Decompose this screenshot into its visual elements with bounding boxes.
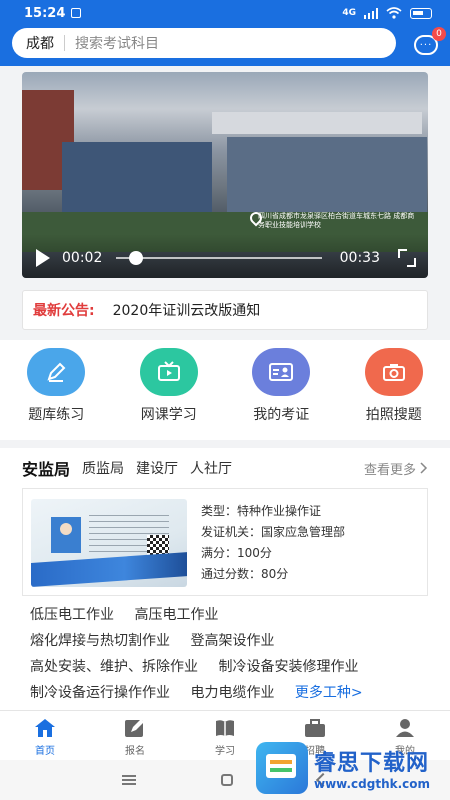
job-type-item[interactable]: 制冷设备安装修理作业 xyxy=(218,659,358,675)
nav-label: 学习 xyxy=(215,746,235,757)
video-player[interactable]: 四川省成都市龙泉驿区柏合街道车城东七路 成都商务职业技能培训学校 00:02 0… xyxy=(22,72,428,278)
tab-hr-dept[interactable]: 人社厅 xyxy=(190,458,232,478)
job-type-list: 低压电工作业 高压电工作业 熔化焊接与热切割作业 登高架设作业 高处安装、维护、… xyxy=(0,596,450,706)
city-selector[interactable]: 成都 xyxy=(26,33,54,53)
video-controls: 00:02 00:33 xyxy=(22,246,428,270)
play-icon[interactable] xyxy=(36,249,50,267)
camera-icon xyxy=(364,348,423,396)
video-location-caption: 四川省成都市龙泉驿区柏合街道车城东七路 成都商务职业技能培训学校 xyxy=(258,212,415,229)
job-type-item[interactable]: 高压电工作业 xyxy=(134,607,218,623)
notification-icon xyxy=(71,8,82,18)
quick-action-online-course[interactable]: 网课学习 xyxy=(119,348,219,440)
job-type-item[interactable]: 低压电工作业 xyxy=(30,607,114,623)
certificate-issuer: 发证机关：国家应急管理部 xyxy=(201,525,346,539)
home-icon xyxy=(33,717,57,739)
message-button[interactable]: ··· 0 xyxy=(414,27,446,55)
quick-action-question-bank[interactable]: 题库练习 xyxy=(6,348,106,440)
quick-action-label: 我的考证 xyxy=(253,407,310,423)
quick-action-label: 题库练习 xyxy=(28,407,85,423)
app-header: 15:24 4G 成都 搜索考试科目 ··· 0 xyxy=(0,0,450,66)
view-more-label: 查看更多 xyxy=(363,462,416,478)
book-icon xyxy=(213,717,237,739)
tab-construction-dept[interactable]: 建设厅 xyxy=(136,458,178,478)
announcement-tag: 最新公告: xyxy=(33,303,95,319)
job-type-item[interactable]: 高处安装、维护、拆除作业 xyxy=(30,659,198,675)
certificate-card[interactable]: 类型：特种作业操作证 发证机关：国家应急管理部 满分：100分 通过分数：80分 xyxy=(22,488,428,596)
announcement-bar[interactable]: 最新公告: 2020年证训云改版通知 xyxy=(22,290,428,330)
announcement-text[interactable]: 2020年证训云改版通知 xyxy=(113,300,261,320)
certificate-type: 类型：特种作业操作证 xyxy=(201,504,322,518)
quick-action-label: 网课学习 xyxy=(140,407,197,423)
pencil-icon xyxy=(27,348,86,396)
nav-home[interactable]: 首页 xyxy=(0,711,90,760)
edit-icon xyxy=(123,717,147,739)
nav-label: 报名 xyxy=(125,746,145,757)
category-section: 安监局 质监局 建设厅 人社厅 查看更多 类型：特种作业操作证 发证机关：国家应… xyxy=(0,448,450,710)
search-bar[interactable]: 成都 搜索考试科目 xyxy=(12,28,396,58)
more-job-types-link[interactable]: 更多工种> xyxy=(295,685,363,701)
job-type-item[interactable]: 登高架设作业 xyxy=(190,633,274,649)
quick-action-photo-search[interactable]: 拍照搜题 xyxy=(344,348,444,440)
video-seekbar[interactable] xyxy=(116,251,322,265)
job-type-item[interactable]: 电力电缆作业 xyxy=(190,685,274,701)
job-type-item[interactable]: 熔化焊接与热切割作业 xyxy=(30,633,170,649)
battery-icon xyxy=(410,7,432,19)
menu-icon[interactable] xyxy=(122,775,137,785)
quick-action-my-certificate[interactable]: 我的考证 xyxy=(231,348,331,440)
certificate-pass-score: 通过分数：80分 xyxy=(201,567,289,581)
certificate-info: 类型：特种作业操作证 发证机关：国家应急管理部 满分：100分 通过分数：80分 xyxy=(201,499,345,585)
tab-safety-bureau[interactable]: 安监局 xyxy=(22,456,70,480)
home-square-icon[interactable] xyxy=(220,774,233,786)
certificate-image xyxy=(31,499,187,587)
briefcase-icon xyxy=(303,717,327,739)
view-more-link[interactable]: 查看更多 xyxy=(364,459,428,478)
status-time: 15:24 xyxy=(24,5,66,21)
quick-action-label: 拍照搜题 xyxy=(365,407,422,423)
wifi-icon xyxy=(386,7,402,19)
video-current-time: 00:02 xyxy=(62,250,103,266)
watermark-logo-icon xyxy=(256,742,308,794)
fullscreen-icon[interactable] xyxy=(398,249,416,267)
certificate-full-score: 满分：100分 xyxy=(201,546,272,560)
video-seek-knob[interactable] xyxy=(128,251,143,265)
search-divider xyxy=(64,35,65,51)
chevron-right-icon xyxy=(420,462,428,474)
category-tabs: 安监局 质监局 建设厅 人社厅 查看更多 xyxy=(0,448,450,488)
message-badge: 0 xyxy=(432,27,446,41)
site-watermark: 睿思下载网 www.cdgthk.com xyxy=(256,740,446,796)
tv-icon xyxy=(139,348,198,396)
watermark-name: 睿思下载网 xyxy=(314,751,430,776)
status-bar: 15:24 4G xyxy=(0,0,450,26)
job-type-item[interactable]: 制冷设备运行操作作业 xyxy=(30,685,170,701)
tab-quality-bureau[interactable]: 质监局 xyxy=(82,458,124,478)
network-label: 4G xyxy=(342,8,356,18)
video-duration: 00:33 xyxy=(339,250,380,266)
user-icon xyxy=(393,717,417,739)
id-card-icon xyxy=(252,348,311,396)
quick-actions: 题库练习 网课学习 我的考证 拍照搜题 xyxy=(0,340,450,440)
nav-label: 首页 xyxy=(35,746,55,757)
watermark-url: www.cdgthk.com xyxy=(314,777,431,791)
nav-register[interactable]: 报名 xyxy=(90,711,180,760)
search-input[interactable]: 搜索考试科目 xyxy=(75,33,159,53)
signal-icon xyxy=(364,7,378,19)
